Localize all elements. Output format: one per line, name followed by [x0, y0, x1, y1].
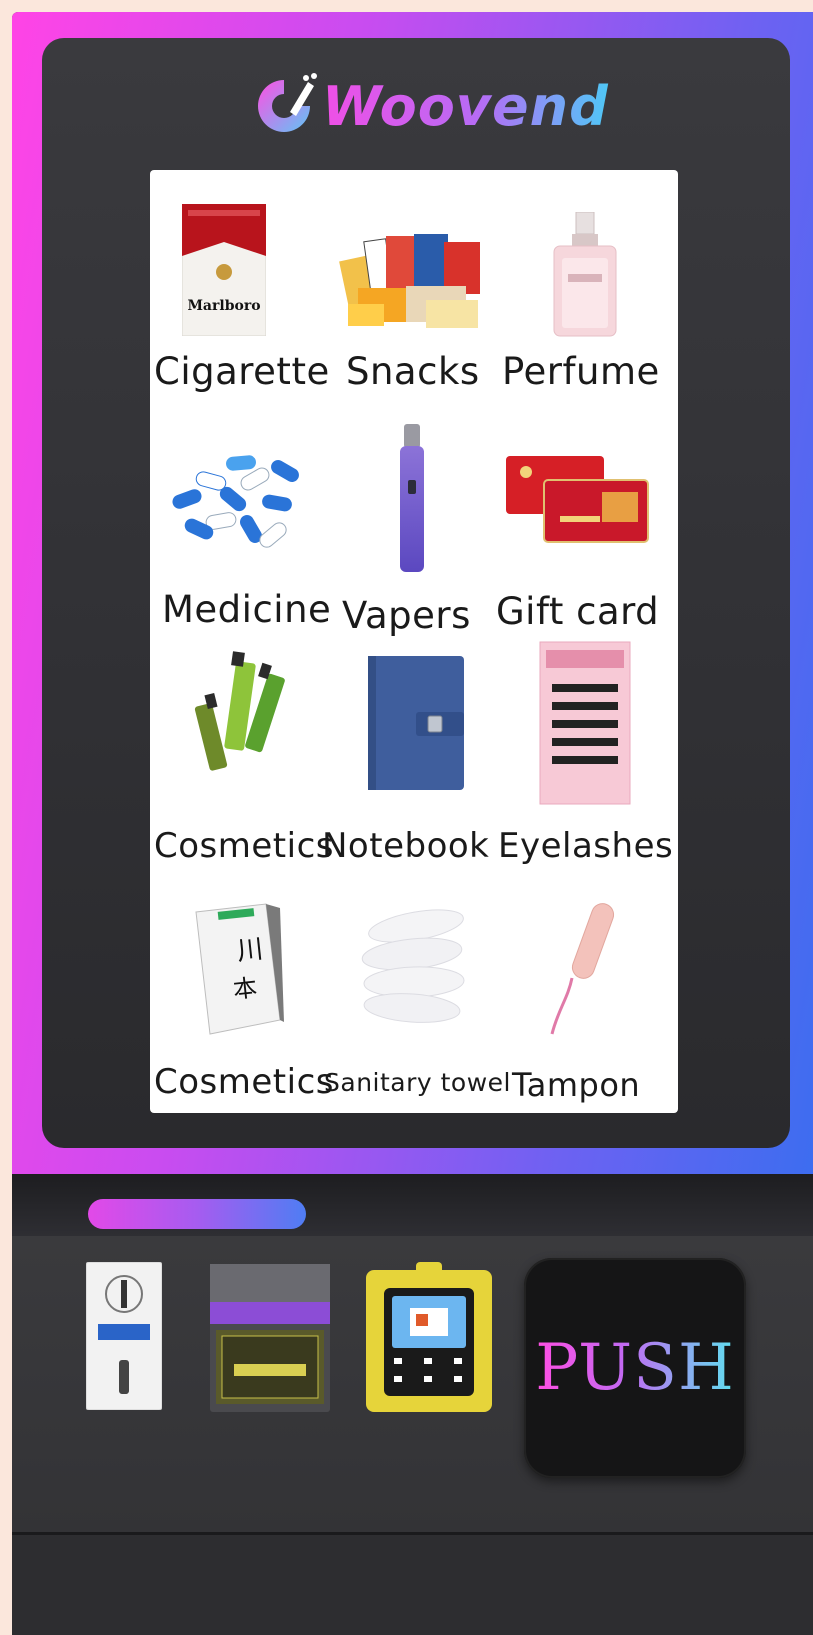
led-light-bar: [88, 1199, 306, 1229]
product-tile-eyelashes[interactable]: Eyelashes: [498, 641, 678, 898]
woovend-logo-icon: [258, 73, 317, 132]
product-label-tampon: Tampon: [512, 1066, 641, 1104]
capsules-icon: [172, 455, 299, 548]
product-tile-gift-card[interactable]: Gift card: [496, 410, 678, 650]
push-button-label: PUSH: [535, 1331, 735, 1405]
product-tile-cosmetics-box[interactable]: 川 本 Cosmetics: [150, 898, 333, 1113]
product-tile-notebook[interactable]: Notebook: [322, 650, 502, 898]
card-reader-icon[interactable]: [366, 1262, 492, 1412]
product-label-vapers: Vapers: [342, 594, 471, 637]
pack-brand-text: Marlboro: [187, 298, 260, 314]
bill-acceptor-icon[interactable]: [210, 1264, 330, 1412]
product-label-medicine: Medicine: [162, 588, 332, 631]
product-tile-cosmetics[interactable]: Cosmetics: [150, 650, 333, 898]
product-label-sanitary-towel: Sanitary towel: [324, 1068, 511, 1097]
product-label-snacks: Snacks: [346, 350, 480, 393]
product-label-cosmetics-2: Cosmetics: [154, 1062, 334, 1102]
coin-acceptor-icon[interactable]: [86, 1262, 162, 1410]
product-touchscreen[interactable]: Marlboro Cigarette Snacks Perfume Medici…: [150, 170, 678, 1113]
collection-door: [12, 1532, 813, 1635]
serum-bottles-icon: [194, 651, 285, 771]
product-label-gift-card: Gift card: [496, 590, 660, 633]
svg-text:本: 本: [232, 974, 259, 1004]
snacks-icon: [339, 234, 480, 328]
brand-name: Woovend: [322, 74, 609, 138]
cigarette-pack-icon: Marlboro: [182, 204, 266, 336]
product-box-icon: 川 本: [195, 903, 284, 1035]
tampon-icon: [550, 903, 615, 1035]
product-label-perfume: Perfume: [502, 350, 660, 393]
product-tile-cigarette[interactable]: Marlboro Cigarette: [150, 170, 329, 410]
product-tile-snacks[interactable]: Snacks: [326, 170, 502, 410]
product-tile-vapers[interactable]: Vapers: [326, 410, 502, 650]
notebook-icon: [368, 656, 464, 790]
product-tile-medicine[interactable]: Medicine: [150, 410, 331, 650]
vending-machine: Woovend Marlboro Cigarette Snacks Perfum…: [0, 0, 813, 1635]
push-button[interactable]: PUSH: [524, 1258, 746, 1478]
gift-card-icon: [506, 456, 649, 543]
product-tile-sanitary-towel[interactable]: Sanitary towel: [324, 898, 511, 1113]
product-label-cigarette: Cigarette: [154, 350, 330, 393]
svg-text:川: 川: [236, 934, 265, 967]
product-tile-tampon[interactable]: Tampon: [502, 898, 678, 1113]
product-tile-perfume[interactable]: Perfume: [502, 170, 678, 410]
vape-pen-icon: [400, 424, 424, 572]
eyelashes-icon: [539, 641, 631, 805]
product-label-notebook: Notebook: [322, 826, 490, 866]
perfume-bottle-icon: [553, 212, 617, 337]
product-label-eyelashes: Eyelashes: [498, 826, 674, 866]
sanitary-pads-icon: [361, 909, 465, 1023]
brand-logo: Woovend: [250, 66, 610, 146]
product-label-cosmetics: Cosmetics: [154, 826, 334, 866]
